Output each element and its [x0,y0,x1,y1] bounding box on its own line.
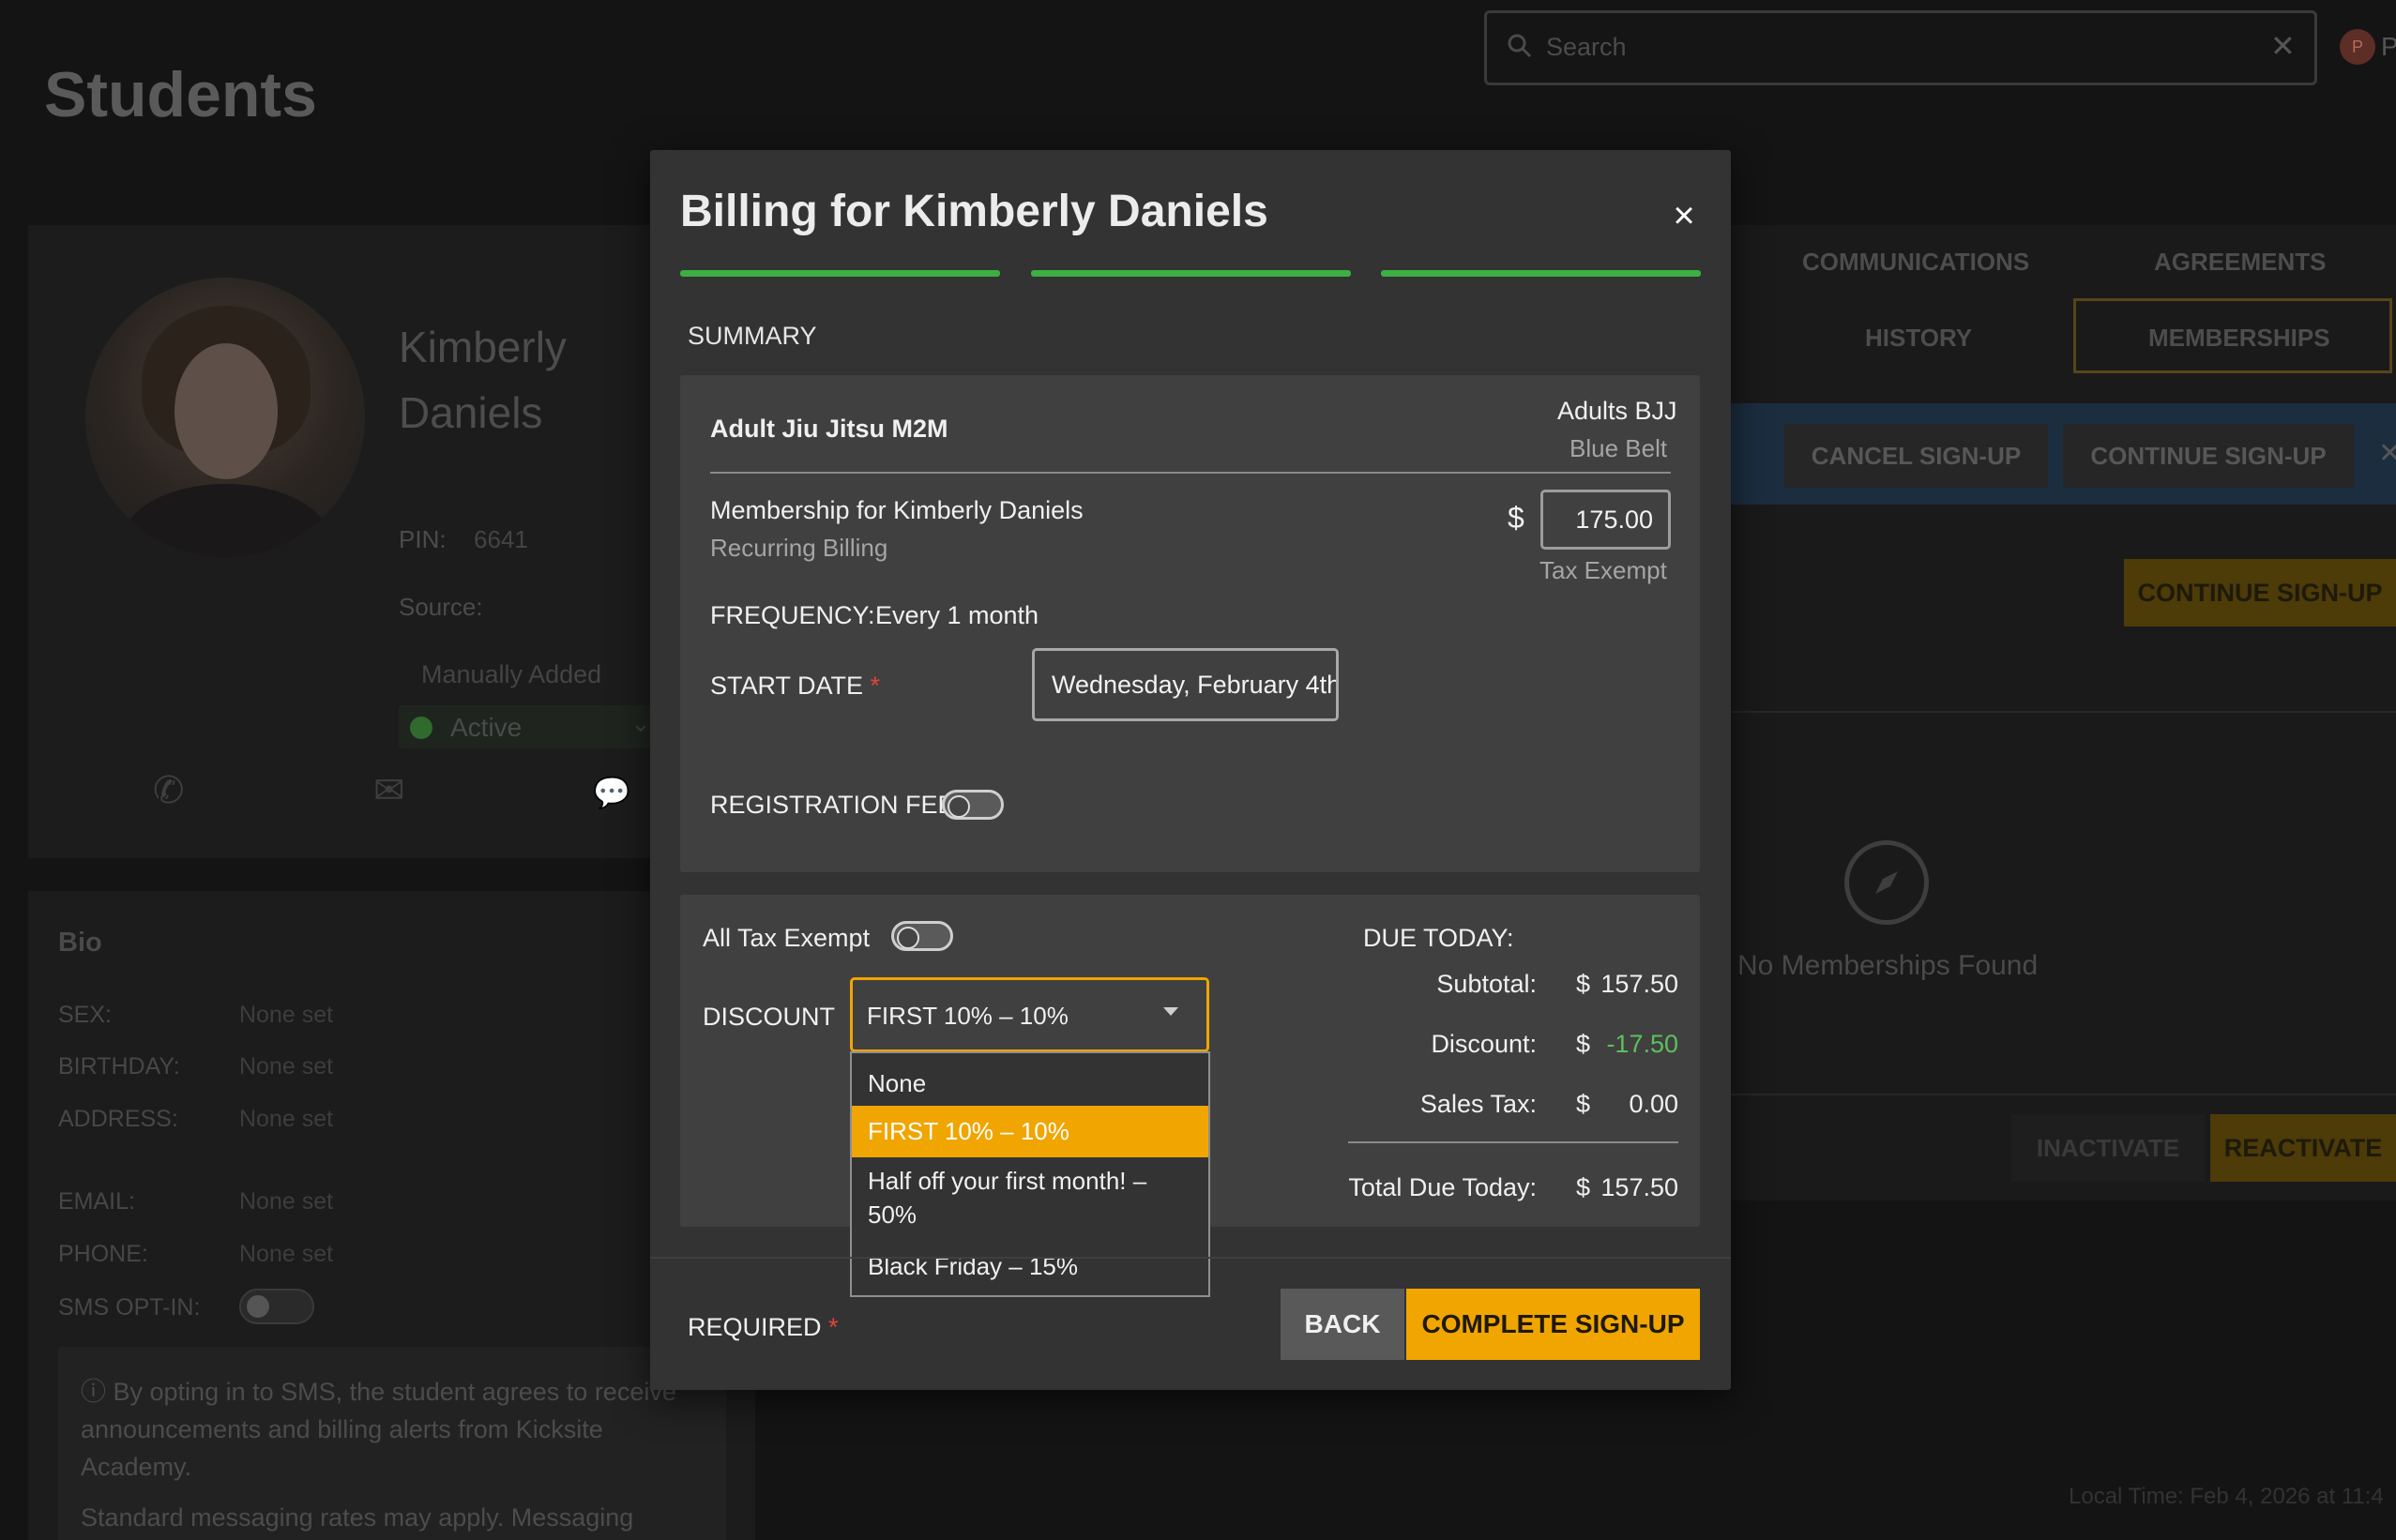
program-name: Adults BJJ [1557,397,1677,425]
info-icon: ⓘ [81,1378,114,1406]
progress-step-1 [680,270,1000,277]
rank-name: Blue Belt [1570,434,1668,462]
bio-title: Bio [58,928,102,958]
frequency-label: FREQUENCY: [710,601,875,629]
inactivate-button[interactable]: INACTIVATE [2011,1114,2205,1182]
bio-email-label: EMAIL: [58,1188,135,1215]
student-photo [85,278,365,557]
page-title: Students [44,59,317,130]
reactivate-button[interactable]: REACTIVATE [2210,1114,2396,1182]
modal-title: Billing for Kimberly Daniels [680,187,1268,236]
divider [710,472,1671,474]
start-date-label: START DATE * [710,672,881,700]
tab-communications[interactable]: COMMUNICATIONS [1802,248,2029,277]
phone-icon[interactable]: ✆ [153,769,185,812]
progress-step-2 [1031,270,1351,277]
divider [1726,711,2396,713]
discount-sum-label: Discount: [1431,1030,1537,1058]
banner-close-icon[interactable]: ✕ [2378,437,2396,470]
discount-option-none[interactable]: None [852,1061,1208,1106]
search-placeholder: Search [1546,33,1627,61]
bio-email-value: None set [239,1188,334,1215]
bio-address-value: None set [239,1106,334,1132]
caret-down-icon [1163,1007,1178,1016]
status-dot-icon [410,717,432,739]
status-value: Active [450,713,523,742]
bio-birthday-value: None set [239,1053,334,1080]
discount-option-first-10[interactable]: FIRST 10% – 10% [852,1106,1208,1157]
student-name: Kimberly Daniels [399,323,567,437]
continue-signup-gold-button[interactable]: CONTINUE SIGN-UP [2124,559,2396,627]
bio-phone-value: None set [239,1241,334,1267]
complete-signup-button[interactable]: COMPLETE SIGN-UP [1406,1289,1700,1360]
tab-memberships[interactable]: MEMBERSHIPS [2148,324,2330,353]
bio-sms-label: SMS OPT-IN: [58,1294,201,1321]
pin-label: PIN: [399,525,447,553]
required-star: * [828,1313,839,1341]
registration-fee-toggle[interactable] [942,790,1004,820]
all-tax-exempt-toggle[interactable] [891,921,953,951]
summary-label: SUMMARY [688,322,817,350]
price-input[interactable] [1540,490,1671,550]
required-star: * [870,672,881,700]
required-label: REQUIRED * [688,1313,839,1341]
tab-agreements[interactable]: AGREEMENTS [2154,248,2326,277]
tab-history[interactable]: HISTORY [1865,324,1972,353]
registration-fee-label: REGISTRATION FEE [710,791,955,819]
email-icon[interactable]: ✉ [373,769,405,812]
continue-signup-button[interactable]: CONTINUE SIGN-UP [2063,424,2354,488]
user-avatar[interactable]: P [2340,29,2375,65]
all-tax-exempt-label: All Tax Exempt [703,924,871,952]
user-name[interactable]: P [2381,32,2396,62]
source-value: Manually Added [421,660,602,688]
due-today-label: DUE TODAY: [1363,924,1514,952]
divider [650,1257,1731,1259]
total-label: Total Due Today: [1348,1173,1537,1201]
discount-dropdown: None FIRST 10% – 10% Half off your first… [850,1051,1210,1297]
start-date-input[interactable] [1032,648,1339,721]
pin-value: 6641 [474,525,528,553]
local-time: Local Time: Feb 4, 2026 at 11:4 [2069,1484,2384,1509]
clear-search-icon[interactable]: ✕ [2270,28,2296,64]
sms-notice-text: ⓘ By opting in to SMS, the student agree… [81,1378,676,1532]
chevron-down-icon[interactable]: ⌄ [630,709,651,738]
bio-sex-label: SEX: [58,1002,112,1028]
bio-sex-value: None set [239,1002,334,1028]
back-button[interactable]: BACK [1281,1289,1404,1360]
sms-opt-in-toggle[interactable] [239,1289,314,1324]
subtotal-label: Subtotal: [1436,970,1537,998]
total-value: 157.50 [1600,1173,1678,1201]
empty-memberships-text: No Memberships Found [1737,950,2039,981]
membership-line: Membership for Kimberly Daniels [710,496,1084,524]
bio-birthday-label: BIRTHDAY: [58,1053,180,1080]
sales-tax-label: Sales Tax: [1419,1090,1537,1118]
discount-option-half-off[interactable]: Half off your first month! – 50% [852,1164,1190,1231]
sms-icon[interactable]: 💬 [593,775,630,810]
discount-value: -17.50 [1606,1030,1678,1058]
sales-tax-value: 0.00 [1629,1090,1678,1118]
billing-type: Recurring Billing [710,534,888,562]
frequency-value: Every 1 month [875,601,1039,629]
progress-step-3 [1381,270,1701,277]
plan-name: Adult Jiu Jitsu M2M [710,415,948,443]
divider [1348,1141,1678,1143]
tax-exempt-label: Tax Exempt [1539,556,1667,584]
close-icon[interactable]: × [1667,195,1701,236]
subtotal-value: 157.50 [1600,970,1678,998]
discount-selected-value: FIRST 10% – 10% [867,1002,1069,1030]
compass-icon [1844,840,1929,925]
bio-address-label: ADDRESS: [58,1106,178,1132]
discount-option-black-friday[interactable]: Black Friday – 15% [852,1244,1208,1289]
discount-label: DISCOUNT [703,1003,835,1031]
bio-phone-label: PHONE: [58,1241,148,1267]
source-label: Source: [399,593,483,621]
currency-symbol: $ [1508,501,1524,535]
search-icon [1508,34,1532,58]
divider [1726,1094,2396,1095]
cancel-signup-button[interactable]: CANCEL SIGN-UP [1784,424,2048,488]
